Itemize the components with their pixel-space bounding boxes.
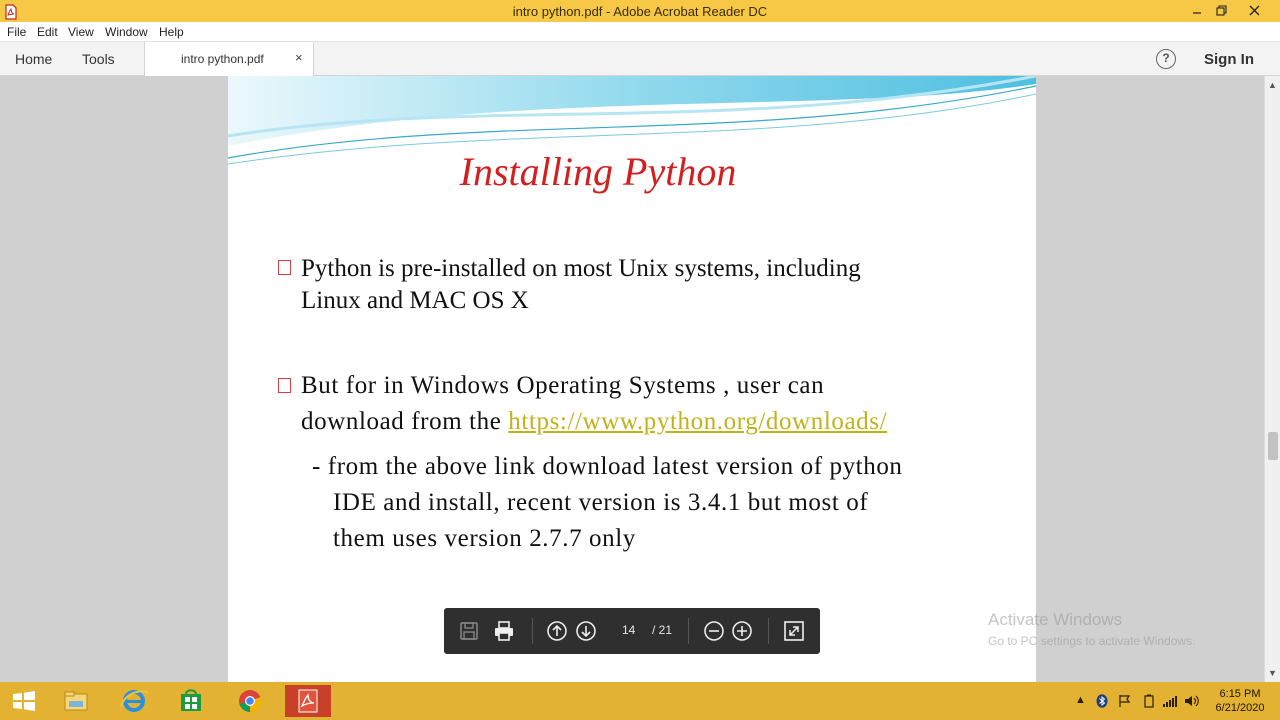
pdf-page: Installing Python Python is pre-installe… [228,76,1036,682]
sub-line2: IDE and install, recent version is 3.4.1… [333,489,869,516]
bullet-icon [278,260,291,275]
battery-icon[interactable] [1143,694,1155,708]
toolbar-separator [768,618,769,644]
document-tab[interactable]: intro python.pdf × [144,42,314,76]
activate-windows-watermark: Activate Windows Go to PC settings to ac… [988,610,1195,648]
action-center-flag-icon[interactable] [1118,694,1132,708]
document-tab-label: intro python.pdf [181,52,264,66]
file-explorer-icon[interactable] [57,685,95,717]
zoom-in-icon[interactable] [730,619,754,643]
sub-line1: - from the above link download latest ve… [312,453,903,480]
save-icon[interactable] [457,619,481,643]
menu-help[interactable]: Help [159,25,184,39]
restore-button[interactable] [1206,0,1236,22]
document-viewer[interactable]: Installing Python Python is pre-installe… [0,76,1280,682]
total-pages: / 21 [652,623,673,637]
page-navigation-toolbar: 14 / 21 [444,608,820,654]
scrollbar-thumb[interactable] [1268,432,1278,460]
scroll-down-icon[interactable]: ▼ [1268,668,1277,678]
menu-view[interactable]: View [68,25,94,39]
previous-page-icon[interactable] [545,619,569,643]
tab-bar: Home Tools intro python.pdf × ? Sign In [0,42,1280,76]
window-title: intro python.pdf - Adobe Acrobat Reader … [512,4,768,19]
bullet2-text: download from the [301,408,509,435]
sub-line3: them uses version 2.7.7 only [333,525,636,552]
bullet-icon [278,378,291,393]
slide-title: Installing Python [459,149,737,194]
chrome-icon[interactable] [231,685,269,717]
fit-page-icon[interactable] [782,619,806,643]
bullet2-line1: But for in Windows Operating Systems , u… [301,372,825,399]
help-icon[interactable]: ? [1156,49,1176,69]
taskbar-clock[interactable]: 6:15 PM 6/21/2020 [1208,687,1272,715]
bullet2-line2: download from the https://www.python.org… [301,404,887,440]
restore-icon [1216,5,1227,16]
close-window-button[interactable] [1236,0,1274,22]
toolbar-separator [688,618,689,644]
tab-tools[interactable]: Tools [82,51,115,67]
menu-edit[interactable]: Edit [37,25,58,39]
scroll-up-icon[interactable]: ▲ [1268,80,1277,90]
volume-icon[interactable] [1184,694,1200,708]
bullet1-line2: Linux and MAC OS X [301,287,529,314]
zoom-out-icon[interactable] [702,619,726,643]
menu-window[interactable]: Window [105,25,148,39]
store-icon[interactable] [172,685,210,717]
tab-home[interactable]: Home [15,51,52,67]
menu-bar: File Edit View Window Help [0,22,1280,42]
bluetooth-icon[interactable] [1096,694,1108,708]
close-icon [1249,5,1260,16]
watermark-subtitle: Go to PC settings to activate Windows. [988,634,1196,648]
taskbar: ▲ 6:15 PM 6/21/2020 [0,682,1280,720]
next-page-icon[interactable] [574,619,598,643]
bullet1-line1: Python is pre-installed on most Unix sys… [301,255,861,282]
clock-time: 6:15 PM [1219,688,1261,700]
clock-date: 6/21/2020 [1215,702,1265,714]
menu-file[interactable]: File [7,25,26,39]
close-tab-icon[interactable]: × [295,50,303,65]
toolbar-separator [532,618,533,644]
python-downloads-link[interactable]: https://www.python.org/downloads/ [508,408,887,435]
internet-explorer-icon[interactable] [115,685,153,717]
network-signal-icon[interactable] [1162,694,1178,708]
windows-start-icon[interactable] [5,685,43,717]
title-bar: intro python.pdf - Adobe Acrobat Reader … [0,0,1280,24]
acrobat-taskbar-icon[interactable] [285,685,331,717]
vertical-scrollbar[interactable]: ▲ ▼ [1264,76,1280,682]
watermark-title: Activate Windows [988,610,1123,629]
print-icon[interactable] [492,619,516,643]
current-page-input[interactable]: 14 [622,623,635,637]
sign-in-button[interactable]: Sign In [1204,51,1254,68]
tray-expand-icon[interactable]: ▲ [1075,694,1086,706]
